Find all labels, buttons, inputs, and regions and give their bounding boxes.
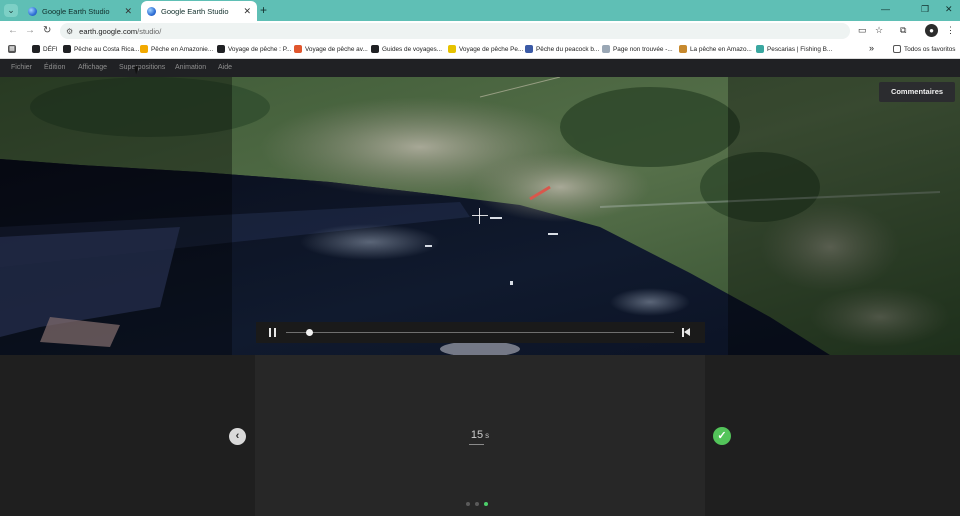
browser-menu-icon[interactable]: ⋮	[946, 25, 955, 36]
forward-arrow-icon[interactable]: →	[25, 25, 35, 36]
url-path: /studio/	[137, 26, 162, 36]
url-host: earth.google.com	[79, 26, 138, 36]
bookmark-favicon-icon	[217, 45, 225, 53]
duration-value[interactable]: 15	[471, 429, 483, 441]
duration-underline	[469, 444, 484, 445]
bookmark-star-icon[interactable]: ☆	[875, 25, 883, 36]
tab-search-icon[interactable]: ⌄	[4, 4, 18, 17]
bookmark-item[interactable]: Voyage de pêche : P...	[217, 45, 291, 53]
bookmark-favicon-icon	[294, 45, 302, 53]
scrubber-handle[interactable]	[305, 329, 313, 336]
earth-3d-viewport[interactable]: Commentaires	[0, 77, 960, 355]
close-tab-icon[interactable]: ✕	[124, 6, 132, 17]
bookmarks-bar: ▦ DÉFI Pêche au Costa Rica... Pêche en A…	[0, 41, 960, 59]
menu-animation[interactable]: Animation	[175, 64, 206, 71]
menu-superpositions[interactable]: Superpositions	[119, 64, 165, 71]
folder-icon	[893, 45, 901, 53]
bookmark-item[interactable]: Pescarias | Fishing B...	[756, 45, 832, 53]
extensions-icon[interactable]: ⧉	[900, 25, 906, 36]
bookmark-favicon-icon	[756, 45, 764, 53]
duration-panel: ‹ 15 s ✓	[0, 355, 960, 516]
browser-tab-2[interactable]: Google Earth Studio ✕	[141, 1, 257, 21]
playback-bar	[256, 322, 705, 343]
bookmark-item[interactable]: Voyage de pêche Pe...	[448, 45, 523, 53]
step-dot	[466, 502, 470, 506]
bookmark-favicon-icon	[679, 45, 687, 53]
bookmark-item[interactable]: Guides de voyages...	[371, 45, 442, 53]
browser-tab-1[interactable]: Google Earth Studio ✕	[22, 1, 138, 21]
bookmark-favicon-icon	[32, 45, 40, 53]
reload-icon[interactable]: ↻	[43, 25, 51, 36]
bookmark-item[interactable]: Voyage de pêche av...	[294, 45, 368, 53]
bookmark-item[interactable]: Pêche du peacock b...	[525, 45, 599, 53]
site-info-icon[interactable]: ⚙	[66, 27, 73, 36]
confirm-check-button[interactable]: ✓	[713, 427, 731, 445]
restore-icon[interactable]: ❐	[921, 4, 929, 15]
minimize-icon[interactable]: —	[881, 4, 890, 14]
earth-studio-favicon-icon	[28, 6, 37, 16]
bookmark-favicon-icon	[448, 45, 456, 53]
profile-avatar-icon[interactable]: ●	[925, 24, 938, 37]
menu-fichier[interactable]: Fichier	[11, 64, 32, 71]
bookmark-favicon-icon	[140, 45, 148, 53]
frame-mask-left	[0, 77, 232, 355]
step-dot	[475, 502, 479, 506]
duration-unit: s	[485, 431, 490, 440]
frame-mask-right	[728, 77, 960, 355]
bookmark-item[interactable]: Pêche en Amazonie...	[140, 45, 213, 53]
tab-title: Google Earth Studio	[42, 6, 110, 16]
more-bookmarks-button[interactable]: »	[869, 43, 874, 53]
bookmark-favicon-icon	[602, 45, 610, 53]
studio-menu-bar: Fichier Édition Affichage Superpositions…	[0, 59, 960, 77]
feedback-button[interactable]: Commentaires	[879, 82, 955, 102]
bookmark-item[interactable]: Page non trouvée -...	[602, 45, 673, 53]
tab-title: Google Earth Studio	[161, 6, 229, 16]
bookmark-item[interactable]: La pêche en Amazo...	[679, 45, 752, 53]
all-bookmarks-folder[interactable]: Todos os favoritos	[893, 45, 956, 53]
previous-step-button[interactable]: ‹	[229, 428, 246, 445]
bookmark-favicon-icon	[525, 45, 533, 53]
step-dot	[484, 502, 488, 506]
new-tab-button[interactable]: +	[260, 3, 267, 17]
apps-grid-icon[interactable]: ▦	[8, 45, 19, 53]
bookmark-favicon-icon	[63, 45, 71, 53]
duration-field[interactable]: 15 s	[455, 429, 505, 441]
close-tab-icon[interactable]: ✕	[243, 6, 251, 17]
bookmark-item[interactable]: Pêche au Costa Rica...	[63, 45, 139, 53]
menu-aide[interactable]: Aide	[218, 64, 232, 71]
menu-affichage[interactable]: Affichage	[78, 64, 107, 71]
pause-icon[interactable]	[269, 328, 277, 337]
step-indicator	[466, 502, 488, 506]
crosshair-icon	[472, 208, 488, 224]
skip-to-start-icon[interactable]	[682, 328, 691, 337]
address-bar[interactable]: ⚙ earth.google.com/studio/	[60, 23, 850, 39]
menu-edition[interactable]: Édition	[44, 64, 65, 71]
scrubber-track[interactable]	[286, 332, 674, 333]
browser-toolbar: ← → ↻ ⚙ earth.google.com/studio/ ▭ ☆ ⧉ ●…	[0, 21, 960, 41]
back-arrow-icon[interactable]: ←	[8, 25, 18, 36]
earth-studio-favicon-icon	[147, 6, 156, 16]
close-window-icon[interactable]: ✕	[945, 4, 953, 15]
bookmark-item[interactable]: DÉFI	[32, 45, 58, 53]
bookmark-favicon-icon	[371, 45, 379, 53]
browser-tab-strip: ⌄ Google Earth Studio ✕ Google Earth Stu…	[0, 0, 960, 21]
cast-icon[interactable]: ▭	[858, 25, 867, 36]
